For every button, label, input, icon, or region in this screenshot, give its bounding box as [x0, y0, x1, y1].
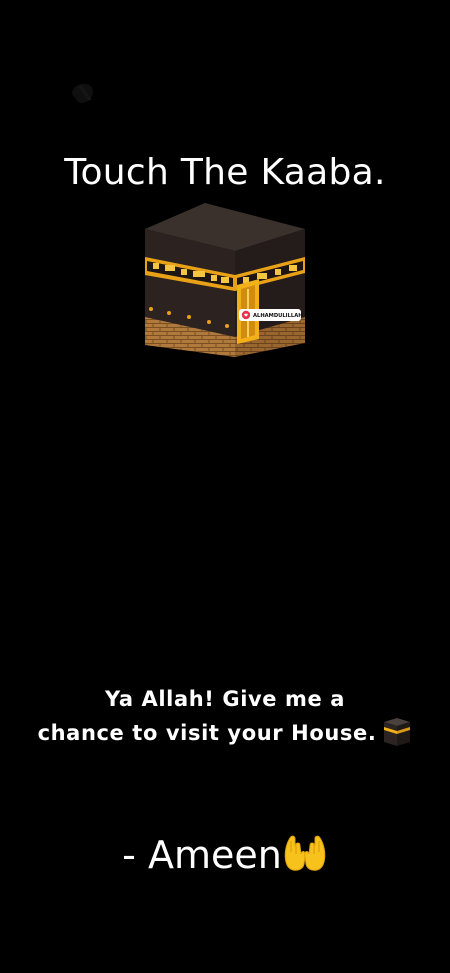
watermark-icon	[72, 83, 93, 103]
ameen-label: - Ameen	[122, 833, 282, 877]
badge-label: ALHAMDULILLAH	[253, 313, 303, 319]
dua-line-1: Ya Allah! Give me a	[104, 687, 346, 711]
page-title: Touch The Kaaba.	[64, 152, 386, 193]
raised-hands-icon	[284, 835, 326, 871]
kaaba-image[interactable]: ALHAMDULILLAH	[139, 199, 311, 371]
kaaba-emoji-icon	[384, 718, 411, 746]
dua-text: Ya Allah! Give me a chance to visit your…	[0, 682, 450, 750]
dua-line-2: chance to visit your House.	[37, 721, 377, 745]
closing-text: - Ameen	[0, 832, 450, 877]
alhamdulillah-badge: ALHAMDULILLAH	[239, 309, 303, 321]
